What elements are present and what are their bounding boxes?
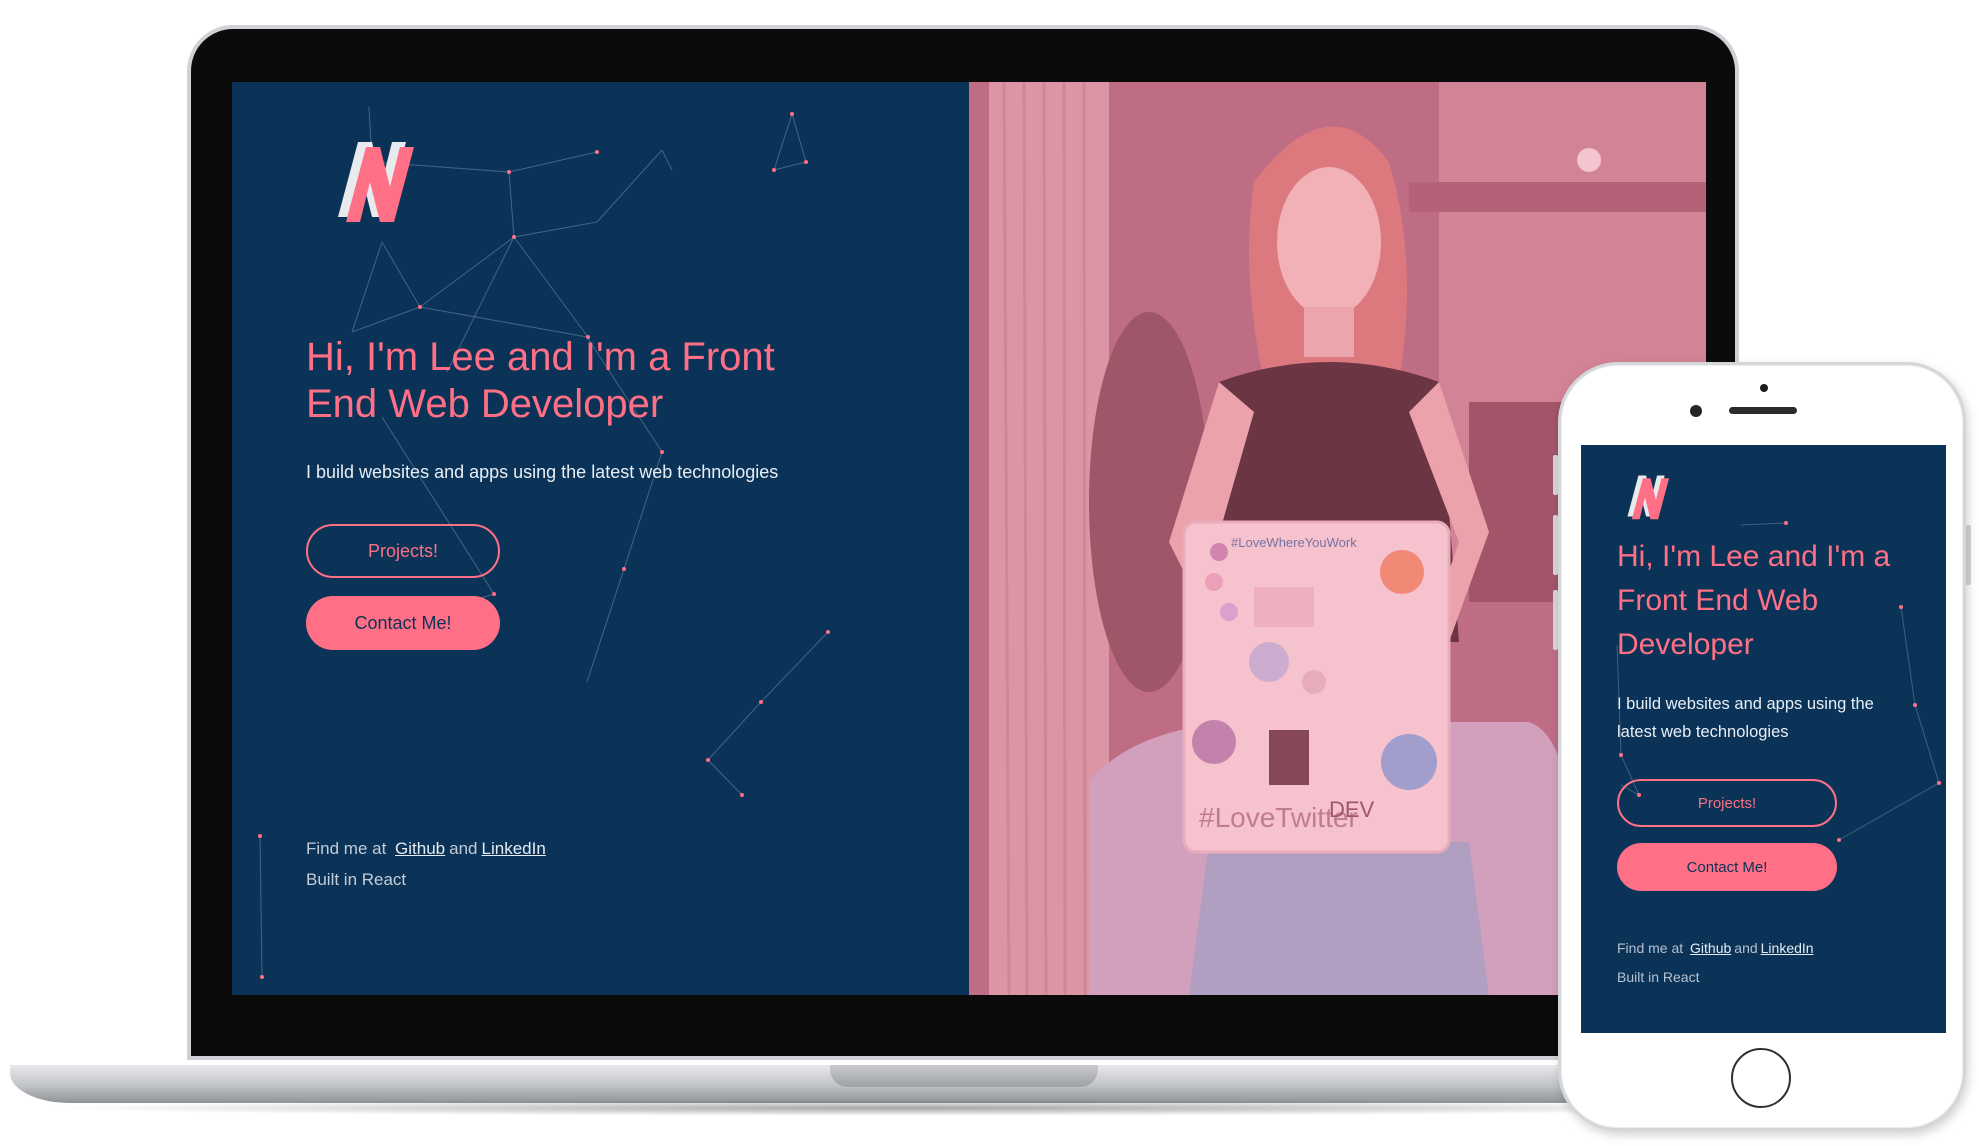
phone-sensor <box>1760 384 1768 392</box>
github-link[interactable]: Github <box>395 839 445 858</box>
find-me-line: Find me at Github and LinkedIn <box>306 839 550 859</box>
phone-screen: Hi, I'm Lee and I'm a Front End Web Deve… <box>1581 445 1946 1033</box>
mobile-find-me-line: Find me at Github and LinkedIn <box>1617 940 1817 956</box>
mobile-page-title: Hi, I'm Lee and I'm a Front End Web Deve… <box>1617 540 1891 661</box>
phone-speaker <box>1729 407 1797 414</box>
find-me-label: Find me at <box>306 839 387 858</box>
laptop-notch <box>830 1065 1098 1087</box>
linkedin-link[interactable]: LinkedIn <box>482 839 546 858</box>
mobile-linkedin-link[interactable]: LinkedIn <box>1761 940 1814 956</box>
phone-home-button[interactable] <box>1731 1048 1791 1108</box>
mobile-projects-button[interactable]: Projects! <box>1617 779 1837 827</box>
and-label: and <box>449 839 478 858</box>
mobile-and-label: and <box>1734 940 1758 956</box>
phone-power-button <box>1966 525 1971 585</box>
page-title: Hi, I'm Lee and I'm a Front End Web Deve… <box>306 335 775 426</box>
laptop-bottom-bezel <box>232 995 1706 1055</box>
mobile-find-me-label: Find me at <box>1617 940 1684 956</box>
contact-button[interactable]: Contact Me! <box>306 596 500 650</box>
mobile-page-subtitle: I build websites and apps using the late… <box>1617 695 1874 741</box>
mobile-n-logo-icon <box>1627 475 1670 520</box>
laptop-shadow <box>40 1100 1780 1116</box>
mobile-contact-button[interactable]: Contact Me! <box>1617 843 1837 891</box>
phone-camera <box>1690 405 1702 417</box>
n-logo-icon <box>338 142 414 222</box>
laptop-screen: Hi, I'm Lee and I'm a Front End Web Deve… <box>232 82 1706 995</box>
mobile-built-with-label: Built in React <box>1617 969 1700 985</box>
page-subtitle: I build websites and apps using the late… <box>306 462 779 482</box>
mobile-github-link[interactable]: Github <box>1690 940 1731 956</box>
built-with-label: Built in React <box>306 870 407 889</box>
hero-panel: Hi, I'm Lee and I'm a Front End Web Deve… <box>232 82 969 995</box>
projects-button[interactable]: Projects! <box>306 524 500 578</box>
